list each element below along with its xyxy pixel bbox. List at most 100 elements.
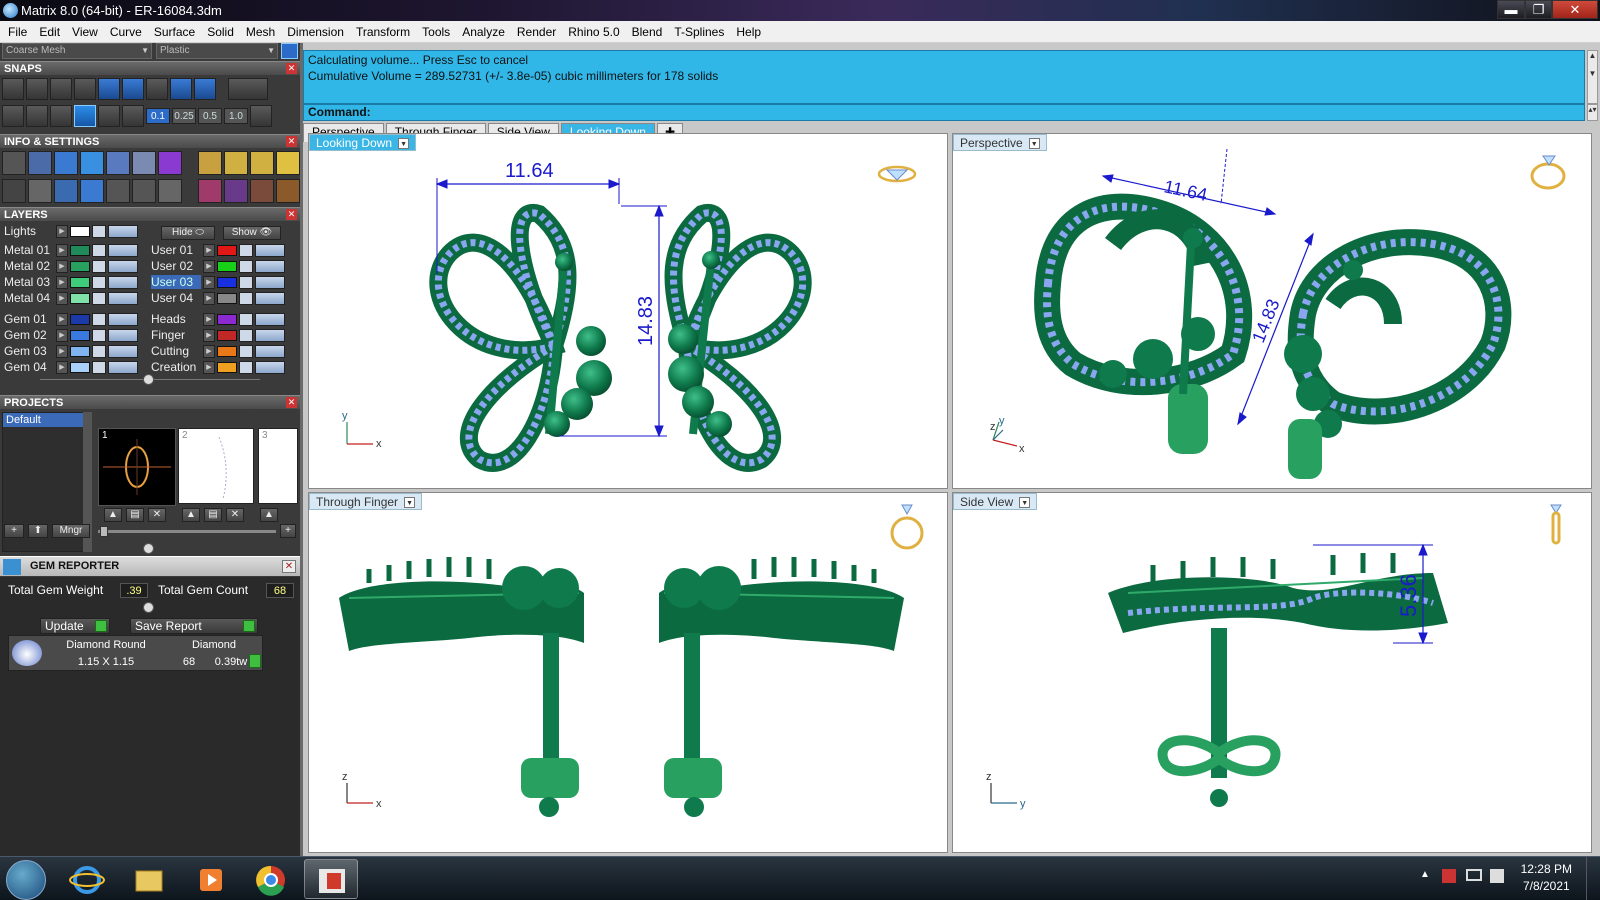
lock-icon[interactable] xyxy=(92,244,106,257)
color-swatch-button[interactable] xyxy=(281,43,298,59)
visibility-icon[interactable] xyxy=(108,225,138,238)
list-icon[interactable] xyxy=(158,179,182,203)
layer-color-swatch[interactable] xyxy=(217,261,237,272)
visibility-icon[interactable] xyxy=(255,329,285,342)
material-select[interactable]: Plastic ▼ xyxy=(156,43,278,59)
layer-name[interactable]: Gem 03 xyxy=(4,344,54,358)
snap-value-3[interactable]: 0.5 xyxy=(198,108,222,124)
add-project-button[interactable]: + xyxy=(4,524,24,538)
start-button[interactable] xyxy=(6,860,46,900)
layer-name[interactable]: User 02 xyxy=(151,259,201,273)
lock-icon[interactable] xyxy=(92,361,106,374)
lock-icon[interactable] xyxy=(239,313,253,326)
lock-icon[interactable] xyxy=(92,345,106,358)
prong-icon[interactable] xyxy=(276,179,300,203)
expand-icon[interactable]: ▶ xyxy=(203,260,215,273)
upload-icon[interactable]: ▲ xyxy=(260,508,278,522)
layer-row-gem-03[interactable]: Gem 03 ▶ xyxy=(4,344,138,359)
save-icon[interactable]: ▤ xyxy=(204,508,222,522)
menu-rhino[interactable]: Rhino 5.0 xyxy=(562,25,625,39)
delete-icon[interactable]: ✕ xyxy=(226,508,244,522)
expand-icon[interactable]: ▶ xyxy=(203,361,215,374)
layer-row-metal-03[interactable]: Metal 03 ▶ xyxy=(4,275,138,290)
snap-toggle-icon[interactable] xyxy=(228,78,268,100)
layer-name[interactable]: Metal 01 xyxy=(4,243,54,257)
layer-row-gem-01[interactable]: Gem 01 ▶ xyxy=(4,312,138,327)
settings-icon[interactable] xyxy=(2,151,26,175)
upload-icon[interactable]: ▲ xyxy=(182,508,200,522)
layer-name[interactable]: Metal 03 xyxy=(4,275,54,289)
layer-color-swatch[interactable] xyxy=(217,277,237,288)
visibility-icon[interactable] xyxy=(255,313,285,326)
snap-point-icon[interactable] xyxy=(50,78,72,100)
collapse-handle-icon[interactable] xyxy=(143,374,154,385)
menu-tools[interactable]: Tools xyxy=(416,25,456,39)
chevron-down-icon[interactable]: ▼ xyxy=(1028,138,1040,150)
visibility-icon[interactable] xyxy=(108,244,138,257)
layer-color-swatch[interactable] xyxy=(70,245,90,256)
show-desktop-button[interactable] xyxy=(1586,857,1600,900)
snap-int-icon[interactable] xyxy=(122,78,144,100)
render-icon[interactable] xyxy=(198,151,222,175)
layer-color-swatch[interactable] xyxy=(70,261,90,272)
layer-row-cutting[interactable]: Cutting ▶ xyxy=(151,344,285,359)
viewport-label-through-finger[interactable]: Through Finger ▼ xyxy=(309,493,423,510)
expand-icon[interactable]: ▶ xyxy=(56,313,68,326)
lock-icon[interactable] xyxy=(92,260,106,273)
lock-icon[interactable] xyxy=(92,313,106,326)
layer-row-metal-04[interactable]: Metal 04 ▶ xyxy=(4,291,138,306)
layer-color-swatch[interactable] xyxy=(70,346,90,357)
box-icon[interactable] xyxy=(80,151,104,175)
layers-icon[interactable] xyxy=(54,151,78,175)
menu-blend[interactable]: Blend xyxy=(626,25,669,39)
layer-row-user-03[interactable]: User 03 ▶ xyxy=(151,275,285,290)
menu-surface[interactable]: Surface xyxy=(148,25,201,39)
add-thumb-button[interactable]: + xyxy=(280,524,296,538)
menu-edit[interactable]: Edit xyxy=(33,25,66,39)
lock-icon[interactable] xyxy=(239,260,253,273)
ortho-icon[interactable] xyxy=(74,105,96,127)
pave-icon[interactable] xyxy=(250,179,274,203)
menu-curve[interactable]: Curve xyxy=(104,25,148,39)
menu-solid[interactable]: Solid xyxy=(201,25,240,39)
lock-icon[interactable] xyxy=(92,292,106,305)
snap-near-icon[interactable] xyxy=(26,78,48,100)
layer-row-user-01[interactable]: User 01 ▶ xyxy=(151,243,285,258)
gem-table-row[interactable]: Diamond Round Diamond 1.15 X 1.15 68 0.3… xyxy=(8,635,263,671)
menu-analyze[interactable]: Analyze xyxy=(456,25,511,39)
visibility-icon[interactable] xyxy=(255,345,285,358)
close-button[interactable]: ✕ xyxy=(1552,0,1598,19)
lock-icon[interactable] xyxy=(239,244,253,257)
expand-icon[interactable]: ▶ xyxy=(203,345,215,358)
snap-value-4[interactable]: 1.0 xyxy=(224,108,248,124)
viewport-side-view[interactable]: 5.36 z y Side View ▼ xyxy=(952,492,1592,853)
maximize-button[interactable]: ❐ xyxy=(1525,0,1552,19)
lock-icon[interactable] xyxy=(239,361,253,374)
viewport-label-looking-down[interactable]: Looking Down ▼ xyxy=(309,134,417,151)
array-icon[interactable] xyxy=(224,179,248,203)
clock[interactable]: 12:28 PM 7/8/2021 xyxy=(1521,861,1572,895)
layer-name[interactable]: Metal 02 xyxy=(4,259,54,273)
planar-icon[interactable] xyxy=(98,105,120,127)
cube-icon[interactable] xyxy=(26,105,48,127)
close-icon[interactable]: ✕ xyxy=(286,63,297,74)
media-player-icon[interactable] xyxy=(184,859,238,899)
project-thumb-3[interactable]: 3 xyxy=(258,428,298,504)
layer-row-gem-04[interactable]: Gem 04 ▶ xyxy=(4,360,138,375)
visibility-icon[interactable] xyxy=(255,260,285,273)
collapse-handle-icon[interactable] xyxy=(143,543,154,554)
edit-icon[interactable] xyxy=(132,151,156,175)
menu-mesh[interactable]: Mesh xyxy=(240,25,281,39)
expand-icon[interactable]: ▶ xyxy=(56,225,68,238)
zoom-slider[interactable] xyxy=(98,530,276,533)
pencil-icon[interactable] xyxy=(50,105,72,127)
layer-color-swatch[interactable] xyxy=(70,226,90,237)
prompt-scrollbar[interactable]: ▴▾ xyxy=(1587,104,1598,121)
project-thumb-1[interactable]: 1 xyxy=(98,428,176,506)
layer-row-user-02[interactable]: User 02 ▶ xyxy=(151,259,285,274)
layer-name[interactable]: Creation xyxy=(151,360,201,374)
save-icon[interactable]: ▤ xyxy=(126,508,144,522)
expand-icon[interactable]: ▶ xyxy=(56,292,68,305)
chrome-icon[interactable] xyxy=(244,859,298,899)
visibility-icon[interactable] xyxy=(108,329,138,342)
